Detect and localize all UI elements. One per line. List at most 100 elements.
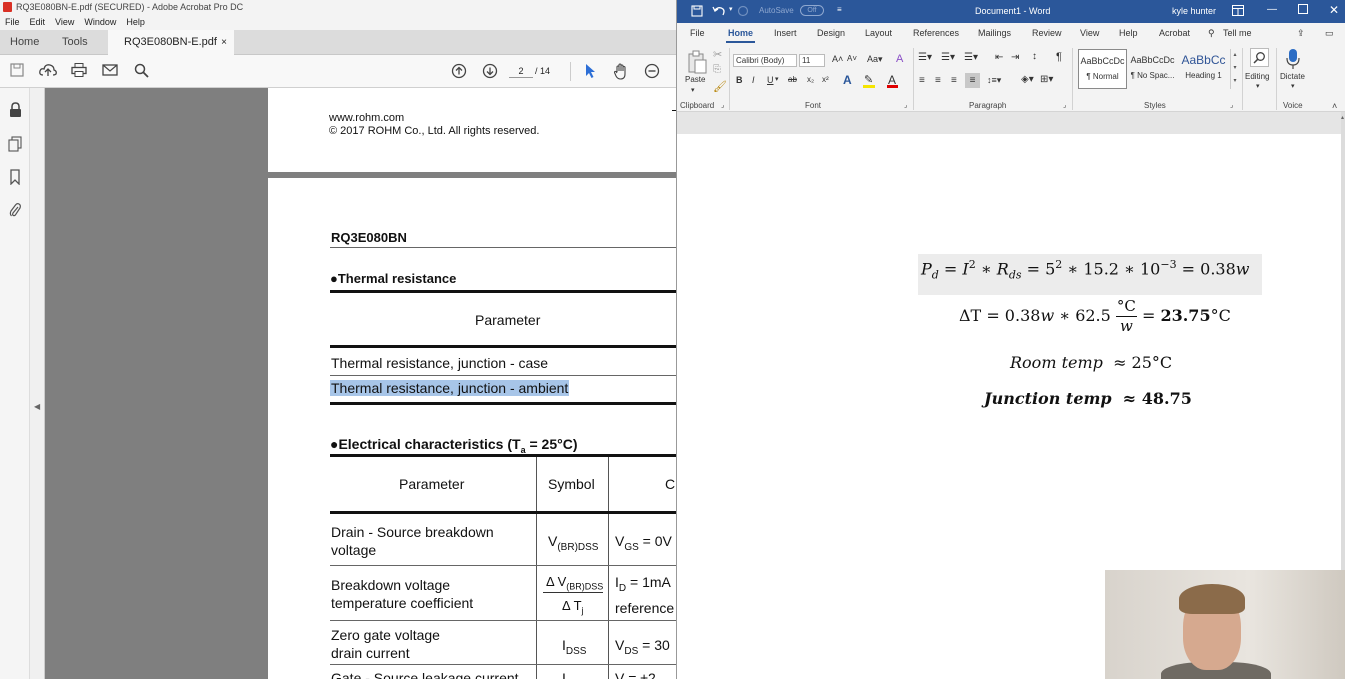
font-size-select[interactable]: 11 <box>799 54 825 67</box>
numbering-icon[interactable]: ☰▾ <box>941 52 955 63</box>
print-icon[interactable] <box>70 63 88 80</box>
email-icon[interactable] <box>101 63 119 80</box>
editing-dropdown-chevron-icon[interactable]: ▾ <box>1256 82 1260 90</box>
tell-me-box[interactable]: Tell me <box>1223 28 1252 38</box>
page-number-input[interactable]: 2 <box>509 64 533 78</box>
format-painter-icon[interactable]: 🖌 <box>713 80 727 93</box>
cut-icon[interactable]: ✂ <box>713 48 722 61</box>
subscript-icon[interactable]: x₂ <box>807 75 814 84</box>
comments-icon[interactable]: ▭ <box>1325 28 1334 39</box>
align-left-icon[interactable]: ≡ <box>919 75 925 86</box>
style-normal[interactable]: AaBbCcDc ¶ Normal <box>1078 49 1127 89</box>
style-heading-1[interactable]: AaBbCc Heading 1 <box>1179 49 1228 89</box>
change-case-icon[interactable]: Aa▾ <box>867 54 883 65</box>
close-window-icon[interactable]: ✕ <box>1329 3 1339 17</box>
align-center-icon[interactable]: ≡ <box>935 75 941 86</box>
grow-font-icon[interactable]: A˄ <box>832 54 843 64</box>
shading-icon[interactable]: ◈▾ <box>1021 74 1034 85</box>
user-name[interactable]: kyle hunter <box>1172 6 1216 16</box>
font-launcher-icon[interactable]: ⌟ <box>904 101 907 109</box>
menu-view[interactable]: View <box>55 14 74 30</box>
dictate-dropdown-chevron-icon[interactable]: ▾ <box>1291 82 1295 90</box>
styles-scroll[interactable]: ▴ ▾ ▾ <box>1230 49 1239 89</box>
microphone-icon[interactable] <box>1286 48 1300 72</box>
shrink-font-icon[interactable]: A˅ <box>847 54 857 63</box>
tab-home[interactable]: Home <box>0 30 49 55</box>
style-no-spacing[interactable]: AaBbCcDc ¶ No Spac... <box>1128 49 1177 89</box>
tab-review[interactable]: Review <box>1032 28 1062 38</box>
decrease-indent-icon[interactable]: ⇤ <box>995 52 1003 63</box>
panel-collapse-handle[interactable]: ◀ <box>30 88 45 679</box>
superscript-icon[interactable]: x² <box>822 75 829 84</box>
clear-formatting-icon[interactable]: A <box>896 53 903 65</box>
room-temp-equation[interactable]: Room temp ≈ 25°C <box>1010 353 1172 372</box>
tab-layout[interactable]: Layout <box>865 28 892 38</box>
temperature-rise-equation[interactable]: ΔT = 0.38w ∗ 62.5 °C w = 23.75°C <box>959 294 1231 338</box>
ribbon-display-options-icon[interactable] <box>1232 5 1244 18</box>
dictate-label[interactable]: Dictate <box>1280 72 1305 81</box>
increase-indent-icon[interactable]: ⇥ <box>1011 52 1019 63</box>
previous-page-icon[interactable] <box>450 63 468 80</box>
collapse-ribbon-icon[interactable]: ˄ <box>1332 101 1337 111</box>
power-dissipation-equation[interactable]: Pd = I2 ∗ Rds = 52 ∗ 15.2 ∗ 10−3 = 0.38w <box>921 258 1249 282</box>
styles-launcher-icon[interactable]: ⌟ <box>1230 101 1233 109</box>
tab-mailings[interactable]: Mailings <box>978 28 1011 38</box>
menu-help[interactable]: Help <box>126 14 145 30</box>
paste-icon[interactable] <box>687 50 707 76</box>
tab-acrobat[interactable]: Acrobat <box>1159 28 1190 38</box>
editing-label[interactable]: Editing <box>1245 72 1269 81</box>
find-magnifier-icon[interactable] <box>1250 48 1269 67</box>
align-right-icon[interactable]: ≡ <box>951 75 957 86</box>
zoom-out-icon[interactable] <box>643 63 661 80</box>
next-page-icon[interactable] <box>481 63 499 80</box>
strikethrough-icon[interactable]: ab <box>788 75 797 84</box>
select-cursor-icon[interactable] <box>581 63 599 80</box>
clipboard-launcher-icon[interactable]: ⌟ <box>721 101 724 109</box>
word-save-icon[interactable] <box>691 5 703 19</box>
thermal-row-ambient-selected[interactable]: Thermal resistance, junction - ambient <box>330 380 570 396</box>
attachment-icon[interactable] <box>7 202 23 218</box>
line-spacing-icon[interactable]: ↕≡▾ <box>987 75 1001 86</box>
maximize-icon[interactable] <box>1298 4 1308 16</box>
close-tab-icon[interactable]: × <box>221 30 227 55</box>
lightbulb-search-icon[interactable]: ⚲ <box>1208 28 1215 39</box>
justify-icon[interactable]: ≡ <box>965 73 980 88</box>
multilevel-list-icon[interactable]: ☰▾ <box>964 52 978 63</box>
tab-references[interactable]: References <box>913 28 959 38</box>
tab-help[interactable]: Help <box>1119 28 1138 38</box>
tab-tools[interactable]: Tools <box>52 30 98 55</box>
text-effects-icon[interactable]: A <box>843 73 852 87</box>
undo-dropdown-chevron-icon[interactable]: ▾ <box>729 5 733 13</box>
paragraph-launcher-icon[interactable]: ⌟ <box>1063 101 1066 109</box>
autosave-toggle[interactable]: Off <box>800 5 824 16</box>
menu-window[interactable]: Window <box>84 14 116 30</box>
minimize-icon[interactable]: — <box>1267 4 1277 15</box>
tab-view[interactable]: View <box>1080 28 1099 38</box>
paste-dropdown-chevron-icon[interactable]: ▾ <box>691 86 695 94</box>
bookmark-icon[interactable] <box>7 169 23 186</box>
tab-home-word[interactable]: Home <box>725 28 756 43</box>
junction-temp-equation[interactable]: Junction temp ≈ 48.75 <box>984 389 1192 408</box>
menu-file[interactable]: File <box>5 14 20 30</box>
font-name-select[interactable]: Calibri (Body) <box>733 54 797 67</box>
scroll-up-arrow-icon[interactable]: ▴ <box>1341 114 1344 121</box>
hand-tool-icon[interactable] <box>612 63 630 80</box>
tab-document[interactable]: RQ3E080BN-E.pdf (... × <box>108 30 234 73</box>
bold-icon[interactable]: B <box>736 75 743 85</box>
customize-qat-icon[interactable]: ≡ <box>837 5 842 14</box>
search-icon[interactable] <box>132 63 150 80</box>
save-icon[interactable] <box>8 63 26 80</box>
share-icon[interactable]: ⇪ <box>1297 28 1305 39</box>
borders-icon[interactable]: ⊞▾ <box>1040 74 1053 85</box>
underline-icon[interactable]: U <box>767 75 774 85</box>
tab-design[interactable]: Design <box>817 28 845 38</box>
copy-icon[interactable]: ⎘ <box>713 64 721 75</box>
cloud-upload-icon[interactable] <box>39 63 57 80</box>
menu-edit[interactable]: Edit <box>30 14 46 30</box>
undo-icon[interactable] <box>712 5 726 19</box>
tab-file[interactable]: File <box>690 28 705 38</box>
paste-label[interactable]: Paste <box>685 75 705 84</box>
show-formatting-marks-icon[interactable]: ¶ <box>1056 51 1062 63</box>
lock-icon[interactable] <box>7 102 23 118</box>
underline-dropdown-chevron-icon[interactable]: ▾ <box>775 75 779 83</box>
